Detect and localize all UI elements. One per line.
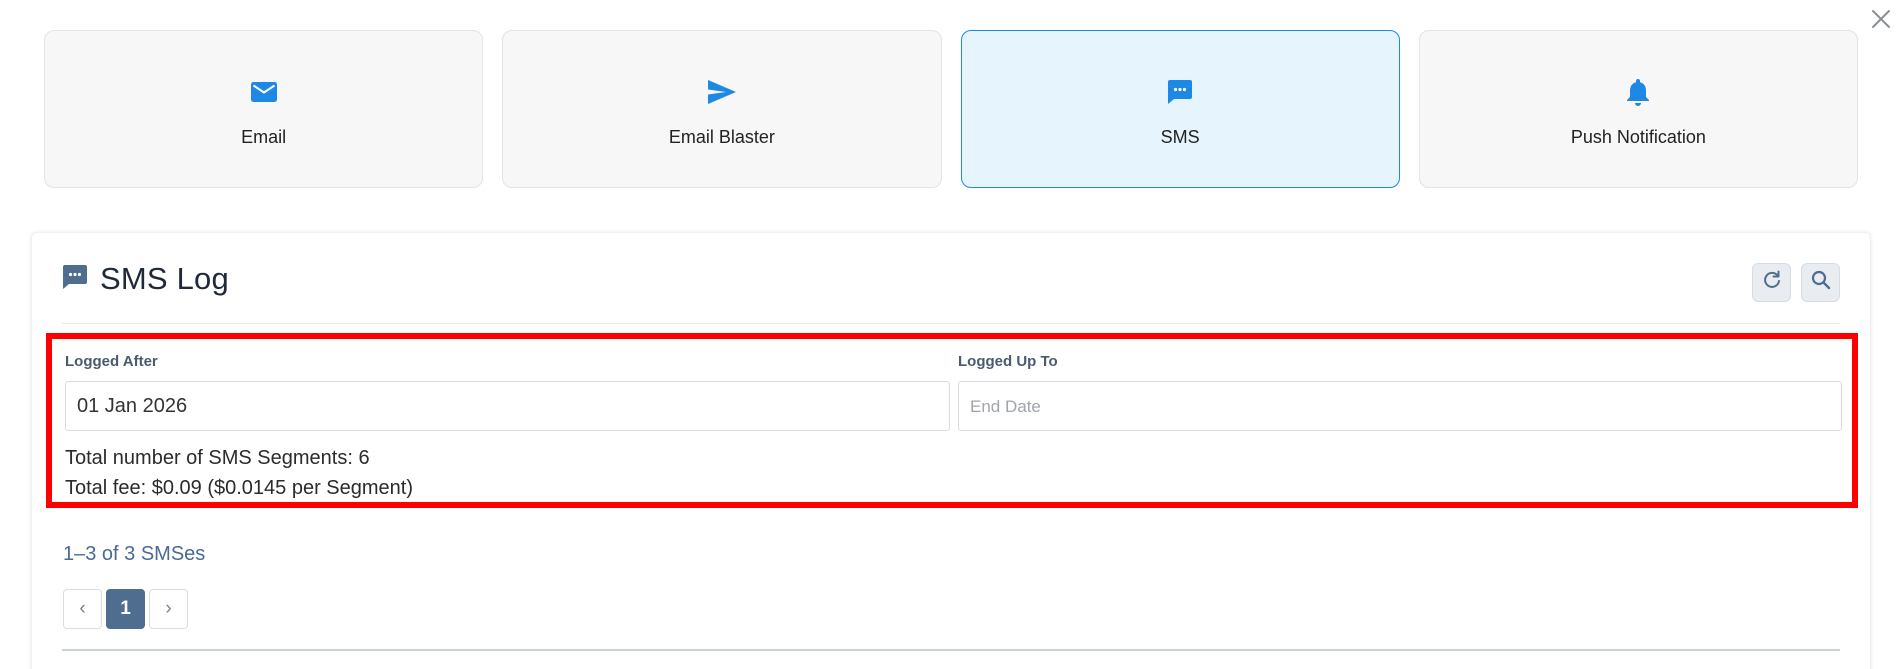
totals-summary: Total number of SMS Segments: 6 Total fe…	[65, 443, 413, 503]
refresh-button[interactable]	[1752, 263, 1791, 302]
segments-total: Total number of SMS Segments: 6	[65, 447, 370, 469]
page: Email Email Blaster SMS Push Notificatio…	[0, 0, 1900, 669]
channel-label: SMS	[1160, 127, 1200, 147]
bell-icon	[1623, 77, 1653, 107]
search-button[interactable]	[1801, 263, 1840, 302]
panel-header: SMS Log	[62, 261, 229, 297]
chat-icon	[1165, 77, 1195, 107]
channel-card-email[interactable]: Email	[44, 30, 484, 188]
channel-label: Email Blaster	[668, 127, 775, 147]
page-title: SMS Log	[100, 261, 229, 296]
logged-after-label: Logged After	[65, 353, 158, 370]
logged-after-input[interactable]	[65, 381, 950, 431]
channel-label: Push Notification	[1570, 127, 1706, 147]
logged-up-to-label: Logged Up To	[958, 353, 1058, 370]
results-count: 1–3 of 3 SMSes	[63, 543, 206, 565]
sms-log-panel: SMS Log Logged After Logged Up To Total …	[31, 232, 1871, 669]
next-page-button[interactable]: ›	[149, 589, 188, 629]
search-icon	[1811, 270, 1831, 295]
page-button-1[interactable]: 1	[106, 589, 145, 629]
pagination: ‹ 1 ›	[63, 589, 188, 629]
divider	[62, 323, 1840, 324]
channel-card-push-notification[interactable]: Push Notification	[1418, 30, 1858, 188]
header-actions	[1752, 263, 1840, 302]
close-icon[interactable]	[1870, 8, 1892, 30]
channel-selector: Email Email Blaster SMS Push Notificatio…	[44, 30, 1858, 188]
channel-card-sms[interactable]: SMS	[960, 30, 1400, 188]
logged-up-to-input[interactable]	[958, 381, 1842, 431]
refresh-icon	[1762, 270, 1782, 295]
send-icon	[707, 77, 737, 107]
channel-label: Email	[241, 127, 287, 147]
chat-icon	[62, 264, 88, 295]
channel-card-email-blaster[interactable]: Email Blaster	[502, 30, 942, 188]
filter-section: Logged After Logged Up To Total number o…	[46, 333, 1858, 508]
mail-icon	[249, 77, 279, 107]
fee-total: Total fee: $0.09 ($0.0145 per Segment)	[65, 477, 414, 499]
prev-page-button[interactable]: ‹	[63, 589, 102, 629]
divider	[62, 649, 1840, 651]
